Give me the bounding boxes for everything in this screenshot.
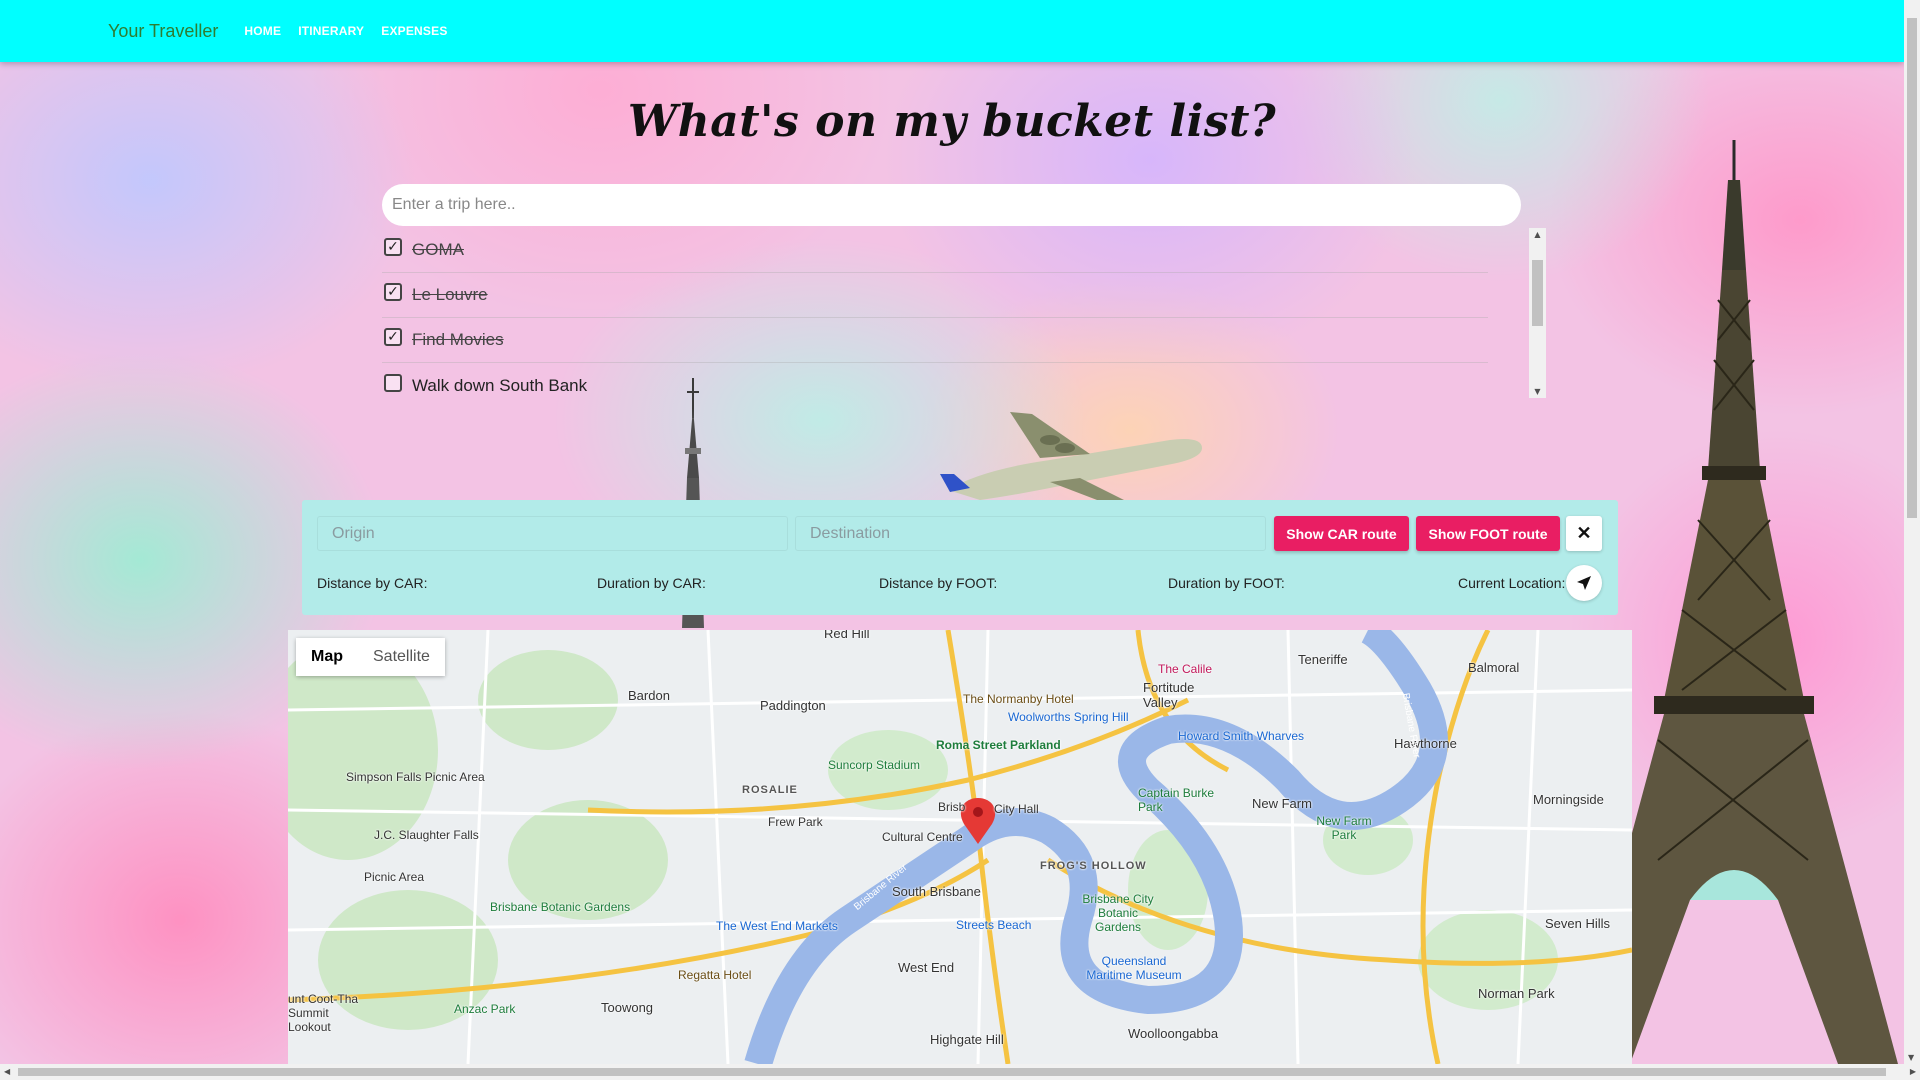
list-item-label: Walk down South Bank: [412, 375, 588, 395]
list-item[interactable]: ✓ GOMA: [382, 228, 1488, 273]
close-icon[interactable]: ✕: [1566, 516, 1602, 551]
navigation-arrow-icon[interactable]: [1566, 565, 1602, 601]
scroll-left-icon[interactable]: ◀: [4, 1067, 10, 1076]
nav-home-link[interactable]: HOME: [244, 24, 281, 38]
map-label: Balmoral: [1468, 660, 1520, 675]
map-label: Woolworths Spring Hill: [1008, 710, 1129, 724]
map-label: Red Hill: [824, 630, 870, 641]
map-label: Fortitude Valley: [1143, 680, 1195, 710]
map-label: South Brisbane: [892, 884, 981, 899]
bucket-list: ✓ GOMA ✓ Le Louvre ✓ Find Movies Walk do…: [382, 228, 1508, 396]
map-label: Simpson Falls Picnic Area: [346, 770, 485, 784]
map-label: West End: [898, 960, 955, 975]
checkbox-checked[interactable]: ✓: [384, 238, 402, 256]
map-label: The West End Markets: [716, 919, 838, 933]
map-label: unt Coot-Tha Summit Lookout: [288, 992, 359, 1034]
checkbox-checked[interactable]: ✓: [384, 283, 402, 301]
map-type-toggle: Map Satellite: [296, 638, 445, 676]
page-horizontal-scrollbar[interactable]: ◀ ▶: [0, 1064, 1920, 1080]
list-item[interactable]: Walk down South Bank: [382, 363, 1488, 396]
eiffel-tower-image: [1628, 140, 1898, 1064]
nav-expenses-link[interactable]: EXPENSES: [381, 24, 447, 38]
map-label: Paddington: [760, 698, 826, 713]
map-label: Cultural Centre: [882, 830, 963, 844]
map-canvas: [288, 630, 1632, 1064]
map-label: ROSALIE: [742, 784, 798, 796]
trip-input[interactable]: [382, 184, 1521, 226]
map-label: New Farm Park: [1316, 814, 1372, 842]
map-label: Bardon: [628, 688, 670, 703]
map-label: The Normanby Hotel: [963, 692, 1074, 706]
map-type-map-button[interactable]: Map: [296, 638, 358, 676]
map-label: Anzac Park: [454, 1002, 516, 1016]
map-label: Picnic Area: [364, 870, 425, 884]
destination-input[interactable]: [795, 516, 1266, 551]
list-item[interactable]: ✓ Find Movies: [382, 318, 1488, 363]
show-car-route-button[interactable]: Show CAR route: [1274, 516, 1409, 551]
page-vertical-scrollbar[interactable]: ▼: [1904, 0, 1920, 1064]
distance-car-label: Distance by CAR:: [317, 575, 428, 591]
list-scrollbar-thumb[interactable]: [1532, 260, 1543, 326]
map-label: FROG'S HOLLOW: [1040, 860, 1147, 872]
map-label: Hawthorne: [1394, 736, 1457, 751]
show-foot-route-button[interactable]: Show FOOT route: [1416, 516, 1560, 551]
scroll-down-icon[interactable]: ▼: [1908, 1053, 1914, 1062]
page-title: What's on my bucket list?: [627, 96, 1277, 147]
map-label: The Calile: [1158, 662, 1213, 676]
nav-itinerary-link[interactable]: ITINERARY: [298, 24, 364, 38]
scroll-down-icon[interactable]: ▼: [1529, 387, 1546, 396]
map-label: Captain Burke Park: [1138, 786, 1215, 814]
map-label: J.C. Slaughter Falls: [374, 828, 479, 842]
map-label: Teneriffe: [1298, 652, 1348, 667]
list-item-label: Find Movies: [412, 330, 504, 349]
distance-foot-label: Distance by FOOT:: [879, 575, 998, 591]
list-item-label: Le Louvre: [412, 285, 488, 304]
map-label: Toowong: [601, 1000, 654, 1015]
map-label: Woolloongabba: [1128, 1026, 1219, 1041]
page-vertical-scrollbar-thumb[interactable]: [1907, 18, 1917, 518]
duration-foot-label: Duration by FOOT:: [1168, 575, 1285, 591]
map-label: Norman Park: [1478, 986, 1555, 1001]
map-label: Roma Street Parkland: [936, 738, 1061, 752]
scroll-up-icon[interactable]: ▲: [1529, 230, 1546, 239]
route-panel: Show CAR route Show FOOT route ✕ Distanc…: [302, 500, 1618, 615]
brand-logo[interactable]: Your Traveller: [108, 21, 218, 42]
map-label: Regatta Hotel: [678, 968, 752, 982]
map-label: Seven Hills: [1545, 916, 1611, 931]
airplane-image: [940, 412, 1202, 508]
current-location-label: Current Location:: [1458, 575, 1566, 591]
map-type-satellite-button[interactable]: Satellite: [358, 638, 445, 676]
scroll-right-icon[interactable]: ▶: [1910, 1067, 1916, 1076]
list-item-label: GOMA: [412, 240, 464, 259]
duration-car-label: Duration by CAR:: [597, 575, 706, 591]
map-label: Brisbane City Botanic Gardens: [1082, 892, 1154, 934]
map-label: Brisb: [938, 800, 966, 814]
map-label: New Farm: [1252, 796, 1312, 811]
map-label: Highgate Hill: [930, 1032, 1004, 1047]
map-label: Queensland Maritime Museum: [1086, 954, 1182, 982]
list-item[interactable]: ✓ Le Louvre: [382, 273, 1488, 318]
origin-input[interactable]: [317, 516, 788, 551]
map-label: Suncorp Stadium: [828, 758, 921, 772]
map[interactable]: Map Satellite Red Hill Teneriffe Balmora…: [288, 630, 1632, 1064]
map-label: Howard Smith Wharves: [1178, 729, 1305, 743]
map-label: Brisbane Botanic Gardens: [490, 900, 631, 914]
page-horizontal-scrollbar-thumb[interactable]: [18, 1068, 1886, 1076]
checkbox-checked[interactable]: ✓: [384, 328, 402, 346]
map-label: Streets Beach: [956, 918, 1032, 932]
map-label: City Hall: [994, 802, 1039, 816]
map-label: Morningside: [1533, 792, 1604, 807]
checkbox-unchecked[interactable]: [384, 373, 402, 392]
list-scrollbar[interactable]: ▲ ▼: [1529, 228, 1546, 398]
navbar: Your Traveller HOME ITINERARY EXPENSES: [0, 0, 1904, 62]
map-label: Frew Park: [768, 815, 823, 829]
